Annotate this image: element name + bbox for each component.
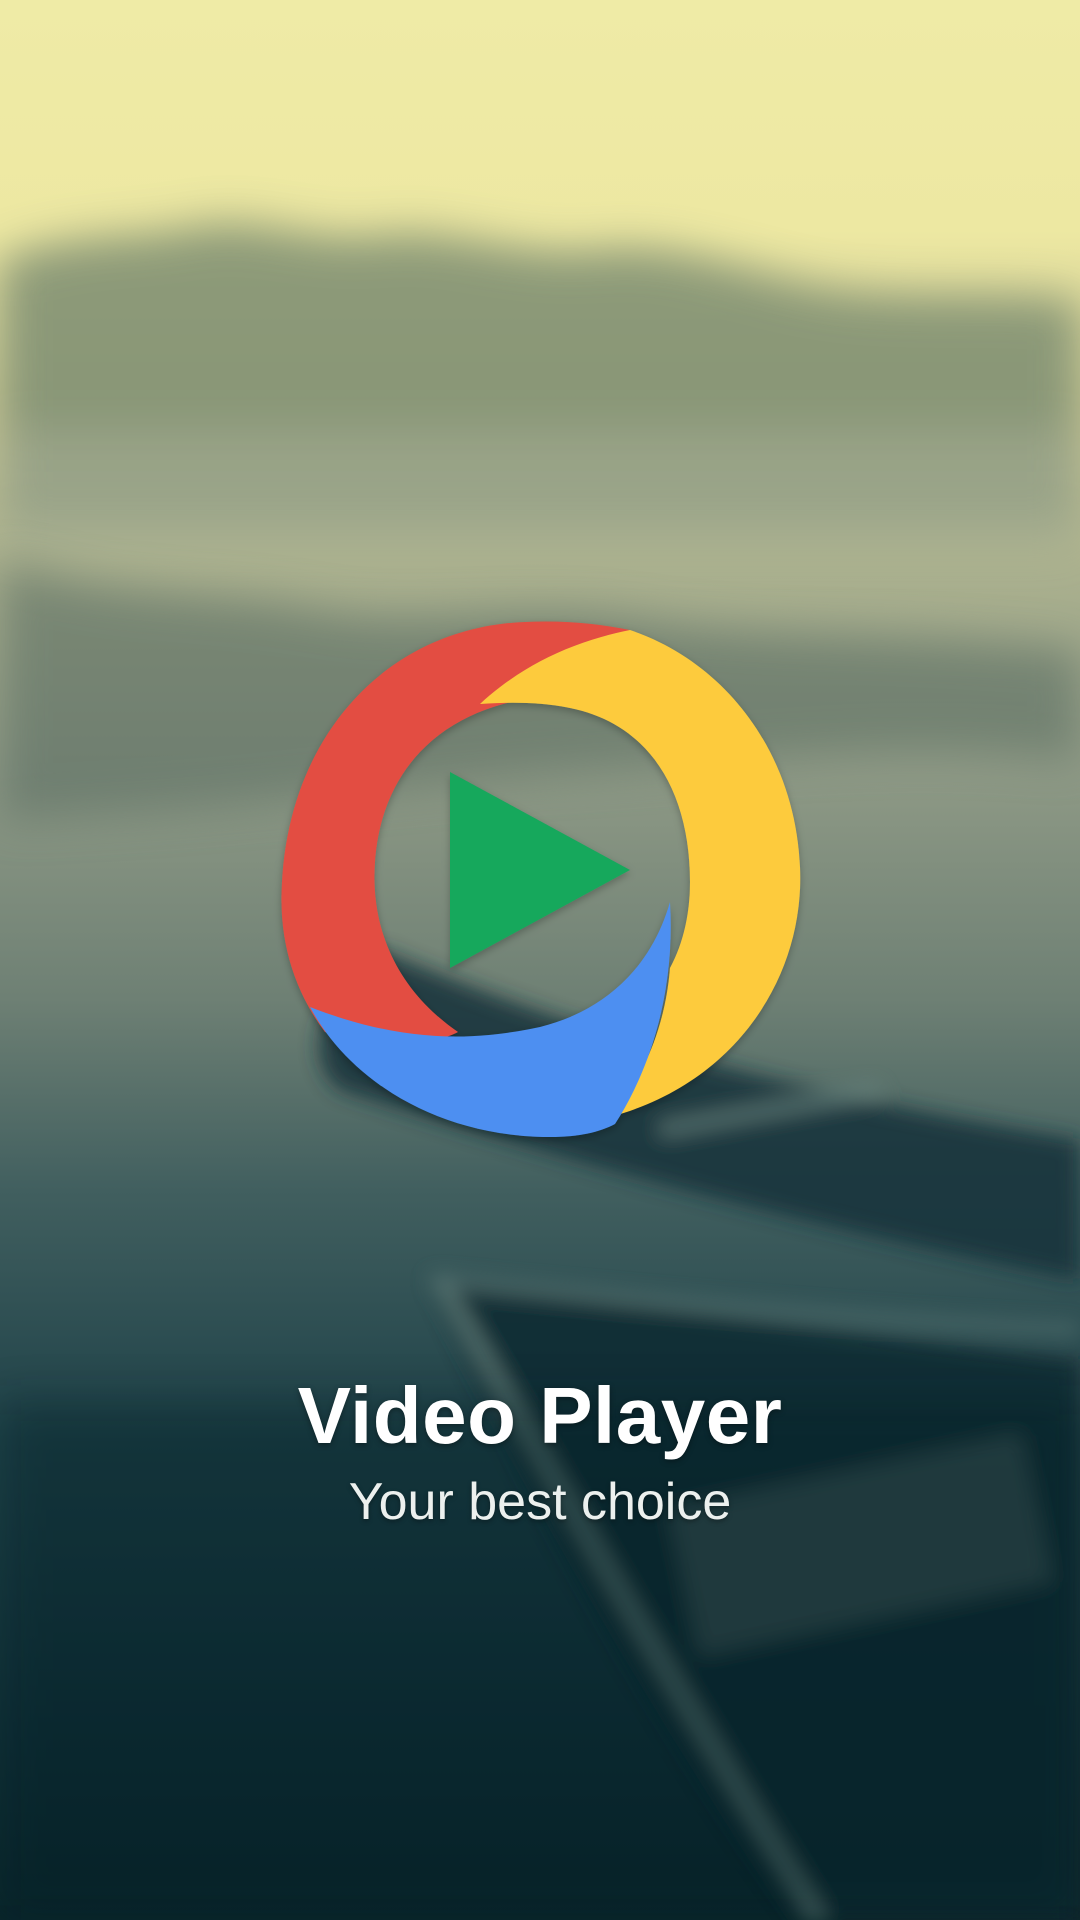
app-tagline: Your best choice	[348, 1473, 732, 1531]
app-title: Video Player	[297, 1371, 783, 1460]
app-logo-icon	[281, 621, 801, 1137]
splash-screen: Video Player Your best choice	[0, 0, 1080, 1920]
